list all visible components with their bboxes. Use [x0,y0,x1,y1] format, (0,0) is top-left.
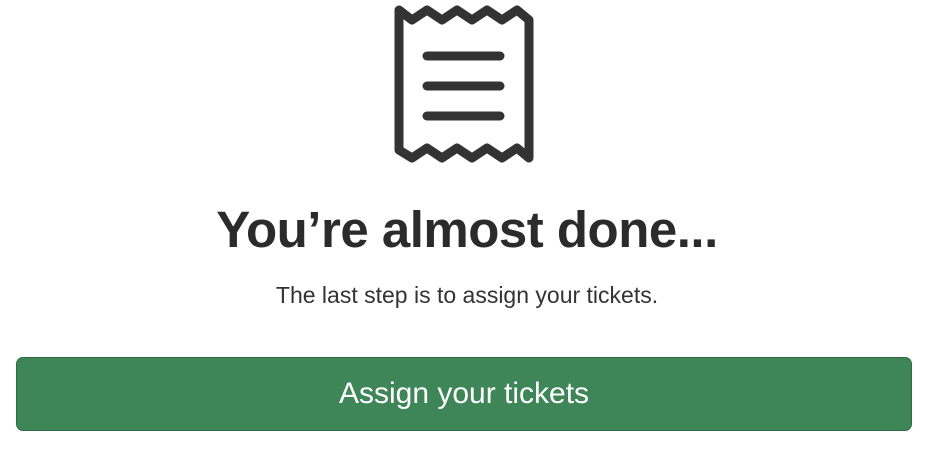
page-subtitle: The last step is to assign your tickets. [275,282,659,308]
receipt-icon [392,4,536,168]
page-title: You’re almost done... [216,201,718,258]
assign-tickets-panel: You’re almost done... The last step is t… [0,0,934,452]
assign-tickets-button[interactable]: Assign your tickets [16,357,912,431]
